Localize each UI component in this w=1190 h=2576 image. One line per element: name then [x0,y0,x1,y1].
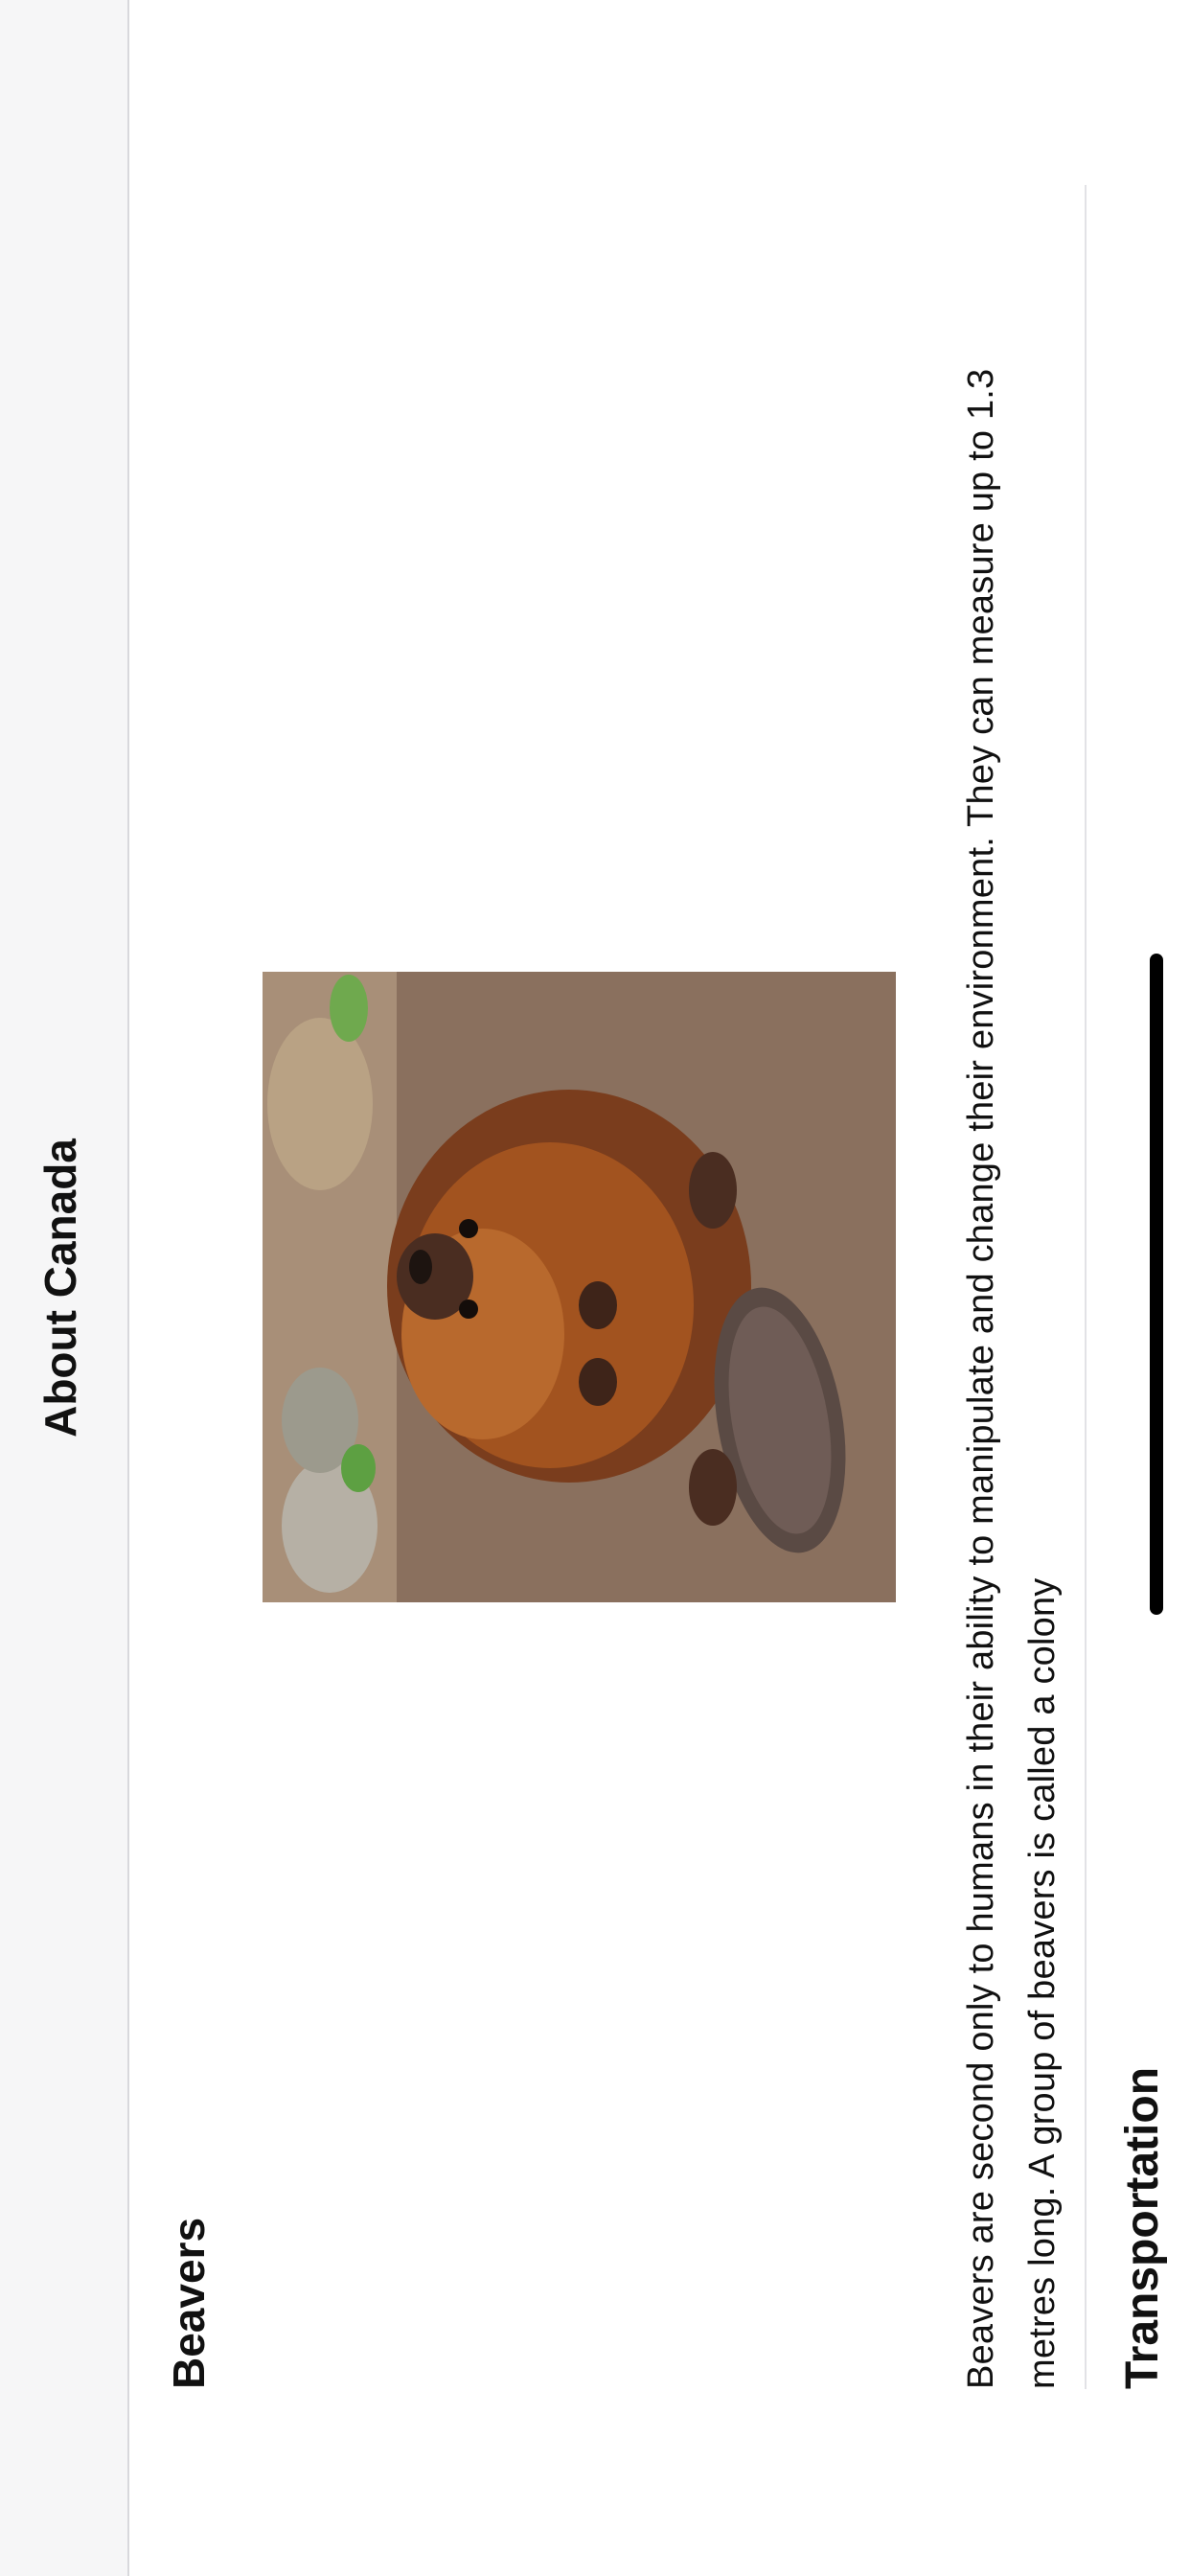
nav-title: About Canada [35,1138,85,1438]
section-divider [1085,185,1087,2389]
home-indicator[interactable] [1150,954,1163,1615]
navigation-bar: About Canada [0,0,129,2576]
section-heading-beavers: Beavers [164,2217,214,2389]
beaver-photo [263,972,896,1602]
beaver-illustration [263,972,896,1602]
section-heading-transportation: Transportation [1117,2066,1168,2389]
beavers-description: Beavers are second only to humans in the… [961,368,1063,2389]
rotated-screen: About Canada Beavers Beavers are second … [0,0,1190,2576]
